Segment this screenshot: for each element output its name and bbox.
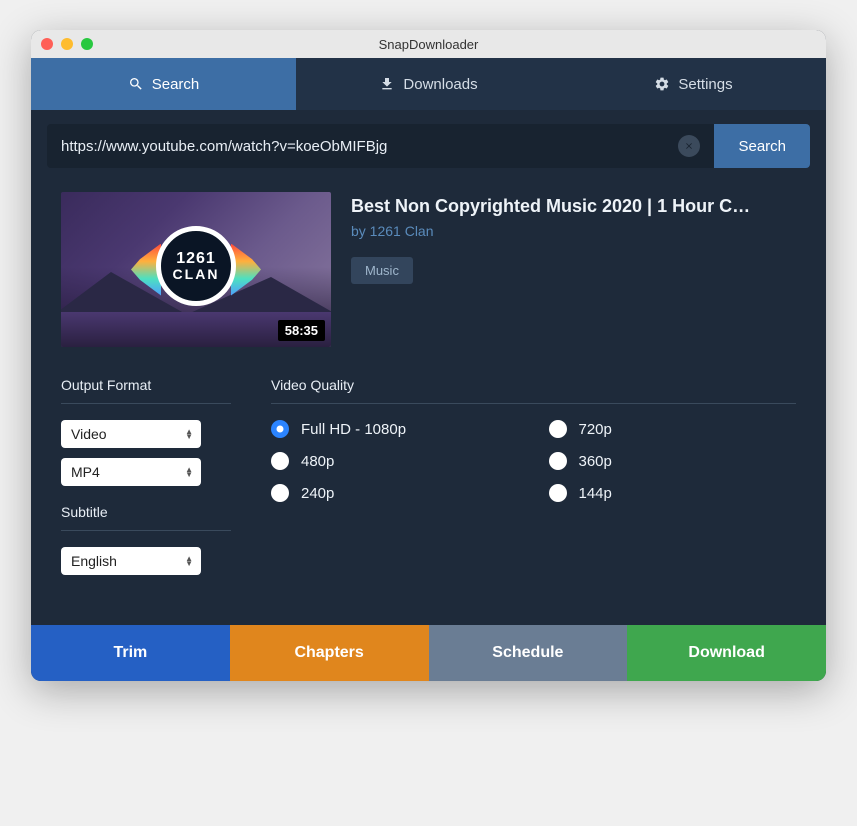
container-select[interactable]: MP4 ▲▼	[61, 458, 201, 486]
format-type-value: Video	[71, 426, 107, 442]
app-window: SnapDownloader Search Downloads Settings…	[31, 30, 826, 681]
thumbnail-logo: 1261 CLAN	[156, 226, 236, 306]
titlebar: SnapDownloader	[31, 30, 826, 58]
url-input-wrap	[47, 124, 714, 168]
quality-option-360p[interactable]: 360p	[549, 452, 797, 470]
trim-button[interactable]: Trim	[31, 625, 230, 681]
radio-icon	[549, 484, 567, 502]
quality-label: 360p	[579, 453, 612, 470]
bottom-bar: Trim Chapters Schedule Download	[31, 625, 826, 681]
schedule-label: Schedule	[492, 644, 563, 662]
format-column: Output Format Video ▲▼ MP4 ▲▼ Subtitle E…	[61, 377, 231, 585]
schedule-button[interactable]: Schedule	[429, 625, 628, 681]
video-row: 1261 CLAN 58:35 Best Non Copyrighted Mus…	[61, 192, 796, 347]
quality-label: 240p	[301, 485, 334, 502]
clear-button[interactable]	[678, 135, 700, 157]
radio-icon	[549, 420, 567, 438]
window-controls	[41, 38, 93, 50]
quality-option-144p[interactable]: 144p	[549, 484, 797, 502]
quality-option-480p[interactable]: 480p	[271, 452, 519, 470]
download-icon	[379, 76, 395, 92]
search-icon	[128, 76, 144, 92]
subtitle-select[interactable]: English ▲▼	[61, 547, 201, 575]
video-thumbnail[interactable]: 1261 CLAN 58:35	[61, 192, 331, 347]
format-type-select[interactable]: Video ▲▼	[61, 420, 201, 448]
container-value: MP4	[71, 464, 100, 480]
radio-icon	[271, 484, 289, 502]
chevron-updown-icon: ▲▼	[185, 556, 193, 566]
minimize-icon[interactable]	[61, 38, 73, 50]
quality-option-1080p[interactable]: Full HD - 1080p	[271, 420, 519, 438]
search-bar: Search	[31, 110, 826, 182]
quality-label: Full HD - 1080p	[301, 421, 406, 438]
video-quality-label: Video Quality	[271, 377, 796, 404]
close-icon	[684, 141, 694, 151]
quality-grid: Full HD - 1080p 720p 480p 360p	[271, 420, 796, 502]
download-button[interactable]: Download	[627, 625, 826, 681]
tab-bar: Search Downloads Settings	[31, 58, 826, 110]
tab-downloads-label: Downloads	[403, 76, 477, 93]
tab-settings-label: Settings	[678, 76, 732, 93]
chapters-button[interactable]: Chapters	[230, 625, 429, 681]
chevron-updown-icon: ▲▼	[185, 429, 193, 439]
tab-settings[interactable]: Settings	[561, 58, 826, 110]
options-row: Output Format Video ▲▼ MP4 ▲▼ Subtitle E…	[61, 377, 796, 585]
tab-downloads[interactable]: Downloads	[296, 58, 561, 110]
duration-badge: 58:35	[278, 320, 325, 341]
chapters-label: Chapters	[294, 644, 363, 662]
search-button[interactable]: Search	[714, 124, 810, 168]
radio-icon	[549, 452, 567, 470]
quality-label: 480p	[301, 453, 334, 470]
close-icon[interactable]	[41, 38, 53, 50]
category-pill[interactable]: Music	[351, 257, 413, 284]
window-title: SnapDownloader	[379, 37, 479, 52]
quality-option-240p[interactable]: 240p	[271, 484, 519, 502]
subtitle-value: English	[71, 553, 117, 569]
quality-column: Video Quality Full HD - 1080p 720p 480p	[271, 377, 796, 585]
radio-icon	[271, 452, 289, 470]
trim-label: Trim	[113, 644, 147, 662]
video-title: Best Non Copyrighted Music 2020 | 1 Hour…	[351, 196, 796, 217]
radio-icon	[271, 420, 289, 438]
chevron-updown-icon: ▲▼	[185, 467, 193, 477]
quality-label: 720p	[579, 421, 612, 438]
url-input[interactable]	[61, 138, 678, 155]
tab-search-label: Search	[152, 76, 200, 93]
video-author[interactable]: by 1261 Clan	[351, 223, 796, 239]
search-button-label: Search	[738, 138, 786, 155]
content-area: 1261 CLAN 58:35 Best Non Copyrighted Mus…	[31, 182, 826, 625]
gear-icon	[654, 76, 670, 92]
video-meta: Best Non Copyrighted Music 2020 | 1 Hour…	[351, 192, 796, 347]
output-format-label: Output Format	[61, 377, 231, 404]
download-label: Download	[688, 644, 764, 662]
maximize-icon[interactable]	[81, 38, 93, 50]
quality-label: 144p	[579, 485, 612, 502]
tab-search[interactable]: Search	[31, 58, 296, 110]
subtitle-label: Subtitle	[61, 504, 231, 531]
quality-option-720p[interactable]: 720p	[549, 420, 797, 438]
